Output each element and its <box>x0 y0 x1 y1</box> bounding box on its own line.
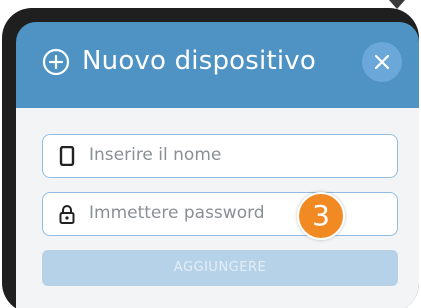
close-icon <box>375 55 389 69</box>
phone-icon <box>57 145 77 167</box>
device-name-field[interactable] <box>42 134 398 178</box>
device-name-input[interactable] <box>89 135 389 175</box>
dialog-title: Nuovo dispositivo <box>82 46 316 76</box>
dialog-header: Nuovo dispositivo <box>16 22 419 108</box>
dialog-body: 3 AGGIUNGERE <box>16 108 419 308</box>
plus-circle-icon <box>42 48 70 76</box>
step-number-badge: 3 <box>297 192 345 240</box>
new-device-dialog: Nuovo dispositivo Inserire il nome 3 AGG… <box>2 8 419 308</box>
screen: Nuovo dispositivo Inserire il nome 3 AGG… <box>0 0 421 308</box>
add-button[interactable]: AGGIUNGERE <box>42 250 398 286</box>
lock-icon <box>57 204 77 224</box>
close-button[interactable] <box>362 42 402 82</box>
